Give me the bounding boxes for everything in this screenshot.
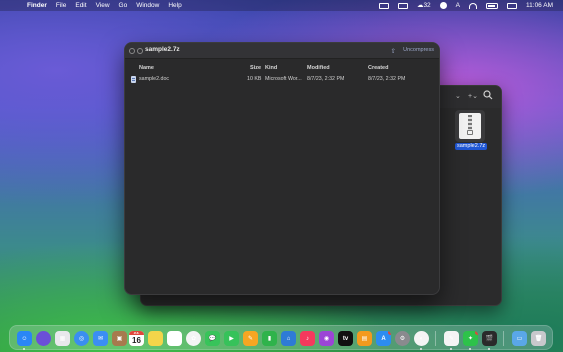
uncompress-button[interactable]: Uncompress — [403, 47, 434, 53]
column-created[interactable]: Created — [368, 65, 388, 71]
chrome-app-icon[interactable]: ◐ — [414, 331, 429, 346]
keynote-app-icon[interactable]: ⌂ — [281, 331, 296, 346]
books-app-icon[interactable]: ▤ — [357, 331, 372, 346]
menubar: Finder File Edit View Go Window Help ☁32… — [0, 0, 563, 11]
menu-file[interactable]: File — [56, 2, 66, 9]
archive-file-icon[interactable] — [459, 113, 481, 139]
archive-window: sample2.7z ⇧ Uncompress Name Size Kind M… — [124, 42, 440, 295]
calendar-day: 16 — [132, 336, 141, 345]
menubar-time[interactable]: 11:06 AM — [526, 2, 553, 9]
row-modified: 8/7/23, 2:32 PM — [307, 76, 345, 82]
dock: ☺ ▦ ◎ ✉ ▣ ☻ JUL 16 ✿ 💬 ▶ ✎ ▮ ⌂ ♪ ◉ tv ▤ … — [9, 325, 553, 350]
app-store-app-icon[interactable]: A — [376, 331, 391, 346]
row-kind: Microsoft Wor... — [265, 76, 302, 82]
wifi-icon[interactable] — [469, 2, 478, 9]
photos-app-icon[interactable]: ✿ — [186, 331, 201, 346]
search-icon[interactable] — [483, 90, 493, 100]
wechat-badge — [475, 331, 478, 335]
dock-separator — [435, 331, 436, 346]
apple-tv-app-icon[interactable]: tv — [338, 331, 353, 346]
column-kind[interactable]: Kind — [265, 65, 277, 71]
add-chevron-icon[interactable]: +⌄ — [468, 92, 478, 100]
podcasts-app-icon[interactable]: ◉ — [319, 331, 334, 346]
finder-app-icon[interactable]: ☺ — [17, 331, 32, 346]
clapper-app-icon[interactable]: 🎬 — [482, 331, 497, 346]
messages-app-icon[interactable]: 💬 — [205, 331, 220, 346]
wechat-app-icon[interactable]: ✦ — [463, 331, 478, 346]
siri-app-icon[interactable] — [36, 331, 51, 346]
document-icon — [131, 76, 136, 83]
close-button[interactable] — [129, 48, 135, 54]
numbers-app-icon[interactable]: ▮ — [262, 331, 277, 346]
menu-edit[interactable]: Edit — [75, 2, 86, 9]
table-header: Name Size Kind Modified Created — [125, 65, 439, 75]
control-center-icon[interactable] — [507, 2, 518, 9]
system-settings-app-icon[interactable]: ⚙ — [395, 331, 410, 346]
bluetooth-icon[interactable] — [439, 2, 447, 9]
textedit-running-indicator — [450, 347, 452, 350]
input-source-indicator[interactable]: A — [456, 2, 460, 9]
column-size[interactable]: Size — [250, 65, 261, 71]
chrome-running-indicator — [420, 347, 422, 350]
battery-icon[interactable] — [486, 2, 499, 9]
weather-icon[interactable]: ☁32 — [417, 2, 431, 9]
app-store-badge — [388, 331, 391, 335]
zipper-tab-icon — [467, 130, 473, 135]
temperature-value: 32 — [423, 2, 431, 9]
archive-titlebar: sample2.7z ⇧ Uncompress — [125, 43, 439, 59]
freeform-app-icon[interactable]: ✎ — [243, 331, 258, 346]
reminders-app-icon[interactable] — [167, 331, 182, 346]
menu-app-name[interactable]: Finder — [27, 2, 47, 9]
share-icon[interactable]: ⇧ — [391, 47, 396, 55]
menu-window[interactable]: Window — [136, 2, 159, 9]
mail-app-icon[interactable]: ✉ — [93, 331, 108, 346]
table-row[interactable]: sample2.doc 10 KB Microsoft Wor... 8/7/2… — [125, 76, 439, 85]
zipper-icon — [468, 115, 472, 131]
wechat-running-indicator — [469, 347, 471, 350]
archive-title: sample2.7z — [145, 46, 180, 53]
gear-icon[interactable] — [137, 48, 143, 54]
dock-separator-2 — [503, 331, 504, 346]
downloads-folder-icon[interactable]: ▭ — [512, 331, 527, 346]
notes-app-icon[interactable] — [148, 331, 163, 346]
status-box2-icon[interactable] — [397, 2, 408, 9]
safari-app-icon[interactable]: ◎ — [74, 331, 89, 346]
archive-utility-app-icon[interactable]: ▣ — [112, 331, 127, 346]
finder-running-indicator — [23, 347, 25, 350]
calendar-app-icon[interactable]: JUL 16 — [129, 331, 144, 346]
status-box-icon[interactable] — [378, 2, 389, 9]
column-name[interactable]: Name — [139, 65, 154, 71]
view-options-chevron-icon[interactable]: ⌄ — [455, 92, 461, 100]
clapper-running-indicator — [488, 347, 490, 350]
music-app-icon[interactable]: ♪ — [300, 331, 315, 346]
textedit-app-icon[interactable]: ✎ — [444, 331, 459, 346]
row-created: 8/7/23, 2:32 PM — [368, 76, 406, 82]
menu-go[interactable]: Go — [119, 2, 128, 9]
row-name: sample2.doc — [139, 76, 170, 82]
menu-view[interactable]: View — [96, 2, 110, 9]
launchpad-app-icon[interactable]: ▦ — [55, 331, 70, 346]
archive-file-label[interactable]: sample2.7z — [455, 143, 488, 150]
facetime-app-icon[interactable]: ▶ — [224, 331, 239, 346]
row-size: 10 KB — [247, 76, 262, 82]
trash-icon[interactable]: 🗑 — [531, 331, 546, 346]
menu-help[interactable]: Help — [168, 2, 181, 9]
column-modified[interactable]: Modified — [307, 65, 330, 71]
